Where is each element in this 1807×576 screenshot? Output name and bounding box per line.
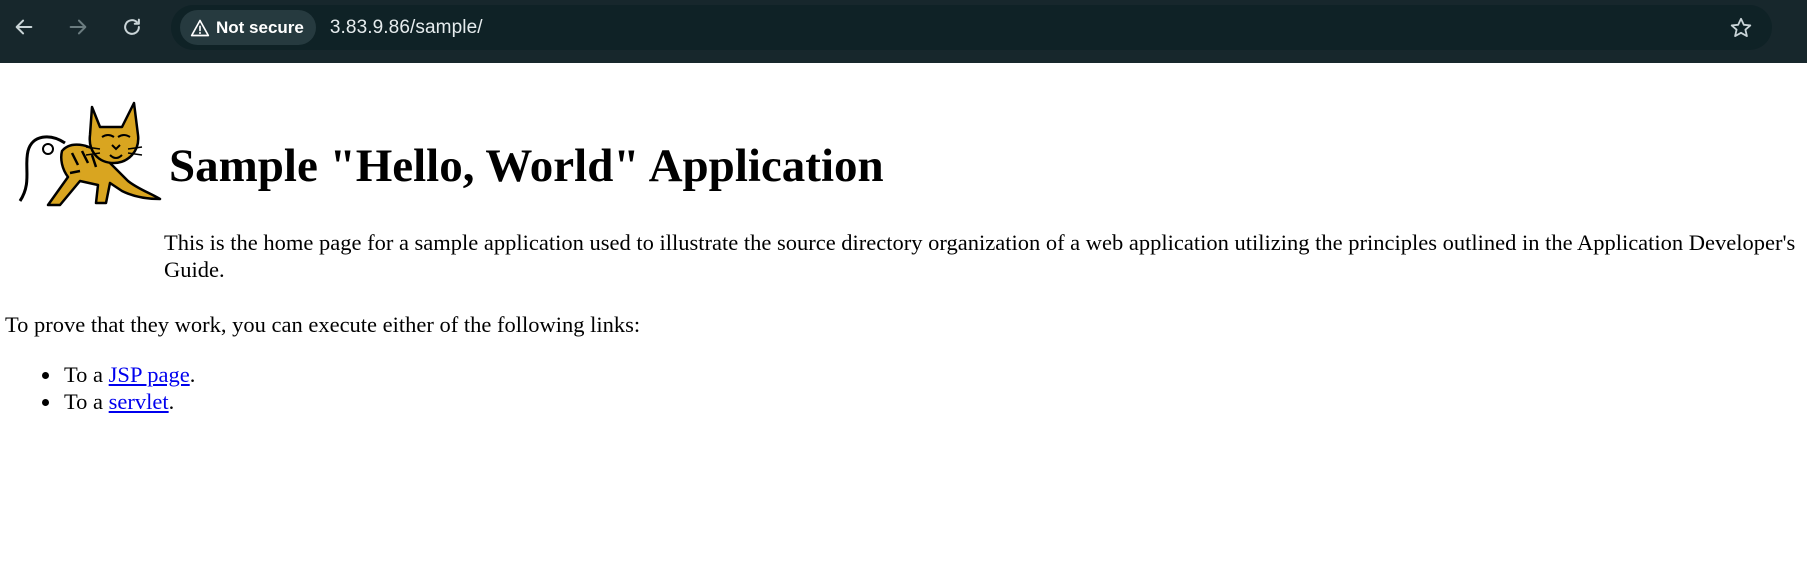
jsp-page-link[interactable]: JSP page xyxy=(109,362,190,387)
link-prefix: To a xyxy=(64,362,109,387)
tomcat-logo xyxy=(18,101,162,207)
page-title: Sample "Hello, World" Application xyxy=(169,140,884,192)
security-label: Not secure xyxy=(216,17,304,37)
star-icon xyxy=(1730,17,1752,37)
bookmark-button[interactable] xyxy=(1728,15,1754,41)
back-button[interactable] xyxy=(7,10,41,44)
link-prefix: To a xyxy=(64,389,109,414)
list-item-servlet: To a servlet. xyxy=(41,388,195,415)
intro-paragraph: This is the home page for a sample appli… xyxy=(164,230,1796,282)
forward-button[interactable] xyxy=(61,10,95,44)
link-suffix: . xyxy=(189,362,196,387)
arrow-left-icon xyxy=(15,19,33,35)
warning-triangle-icon xyxy=(190,19,210,36)
links-list: To a JSP page. To a servlet. xyxy=(41,361,196,415)
list-item-jsp: To a JSP page. xyxy=(41,361,196,388)
servlet-link[interactable]: servlet xyxy=(109,389,169,414)
page-header: Sample "Hello, World" Application xyxy=(5,63,1807,233)
page-content: Sample "Hello, World" Application This i… xyxy=(0,63,1807,414)
address-bar[interactable]: Not secure 3.83.9.86/sample/ xyxy=(171,5,1772,50)
url-text[interactable]: 3.83.9.86/sample/ xyxy=(330,17,483,39)
browser-toolbar: Not secure 3.83.9.86/sample/ xyxy=(0,0,1807,63)
reload-button[interactable] xyxy=(115,10,149,44)
link-suffix: . xyxy=(168,389,175,414)
arrow-right-icon xyxy=(69,19,87,35)
reload-icon xyxy=(124,18,140,35)
security-indicator[interactable]: Not secure xyxy=(180,10,316,45)
prove-paragraph: To prove that they work, you can execute… xyxy=(5,312,641,337)
